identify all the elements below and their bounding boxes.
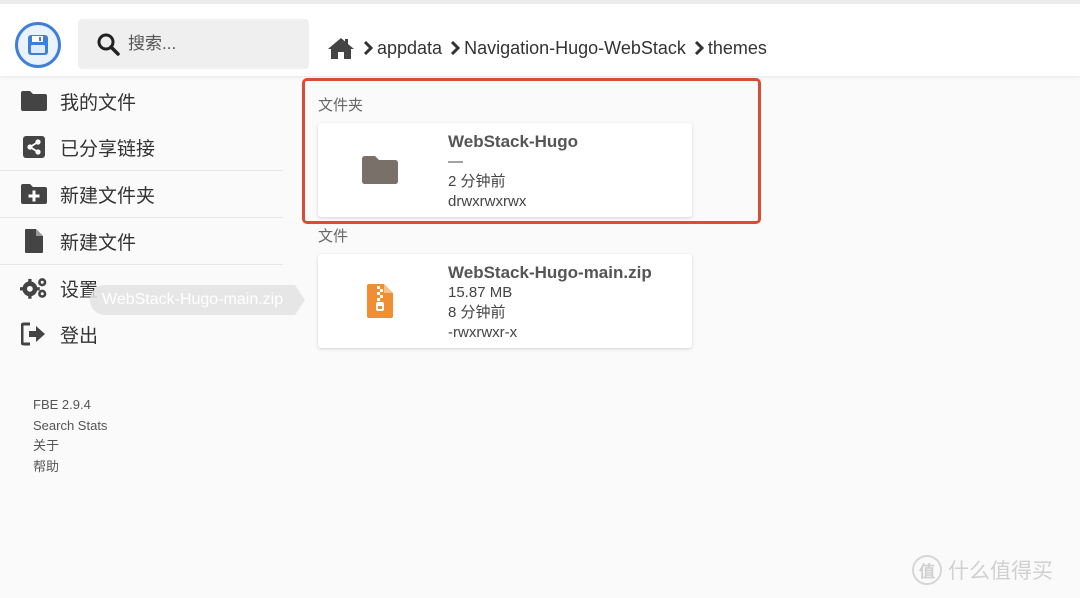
watermark: 值 什么值得买 xyxy=(912,555,1053,585)
gears-icon xyxy=(20,274,48,302)
header-bar: appdata Navigation-Hugo-WebStack themes xyxy=(0,0,1080,76)
watermark-text: 什么值得买 xyxy=(948,560,1053,583)
search-icon xyxy=(97,33,120,56)
file-name-tooltip: WebStack-Hugo-main.zip xyxy=(90,285,318,315)
share-icon xyxy=(20,135,48,159)
tooltip-arrow xyxy=(295,285,306,315)
file-card-webstack-hugo-main-zip[interactable]: WebStack-Hugo-main.zip 15.87 MB 8 分钟前 -r… xyxy=(318,254,692,348)
tooltip-text: WebStack-Hugo-main.zip xyxy=(90,285,296,315)
search-input[interactable] xyxy=(128,34,298,54)
sidebar-item-logout[interactable]: 登出 xyxy=(0,311,283,357)
floppy-disk-icon xyxy=(28,35,48,55)
chevron-right-icon xyxy=(450,41,461,55)
new-file-icon xyxy=(20,228,48,254)
file-size: 15.87 MB xyxy=(448,284,513,301)
sidebar-item-shared-links[interactable]: 已分享链接 xyxy=(0,124,283,170)
about-link[interactable]: 关于 xyxy=(33,436,107,457)
files-section-title: 文件 xyxy=(318,228,349,245)
breadcrumb-item-appdata[interactable]: appdata xyxy=(377,38,442,59)
file-name: WebStack-Hugo-main.zip xyxy=(448,263,652,282)
zip-file-icon xyxy=(360,254,400,348)
sidebar-item-my-files[interactable]: 我的文件 xyxy=(0,78,283,124)
breadcrumb-item-navigation[interactable]: Navigation-Hugo-WebStack xyxy=(464,38,686,59)
file-info: WebStack-Hugo-main.zip 15.87 MB 8 分钟前 -r… xyxy=(448,262,652,343)
sidebar: 我的文件 已分享链接 新建文件夹 新建文件 设置 登出 xyxy=(0,78,283,357)
app-logo[interactable] xyxy=(15,22,61,68)
version-text: FBE 2.9.4 xyxy=(33,397,91,412)
folder-icon xyxy=(20,90,48,112)
breadcrumb: appdata Navigation-Hugo-WebStack themes xyxy=(327,33,767,63)
search-stats-link[interactable]: Search Stats xyxy=(33,416,107,437)
chevron-right-icon xyxy=(363,41,373,55)
highlight-box xyxy=(302,78,761,224)
home-icon[interactable] xyxy=(327,36,355,60)
sidebar-footer: FBE 2.9.4 Search Stats 关于 帮助 xyxy=(33,395,107,477)
file-permissions: -rwxrwxr-x xyxy=(448,324,518,341)
watermark-logo-icon: 值 xyxy=(912,555,942,585)
breadcrumb-item-themes[interactable]: themes xyxy=(708,38,767,59)
sidebar-item-new-file[interactable]: 新建文件 xyxy=(0,218,283,264)
help-link[interactable]: 帮助 xyxy=(33,457,107,478)
sidebar-item-new-folder[interactable]: 新建文件夹 xyxy=(0,171,283,217)
new-folder-icon xyxy=(20,183,48,205)
logout-icon xyxy=(20,322,48,346)
search-box[interactable] xyxy=(78,19,309,69)
chevron-right-icon xyxy=(694,41,704,55)
file-modified: 8 分钟前 xyxy=(448,304,506,321)
